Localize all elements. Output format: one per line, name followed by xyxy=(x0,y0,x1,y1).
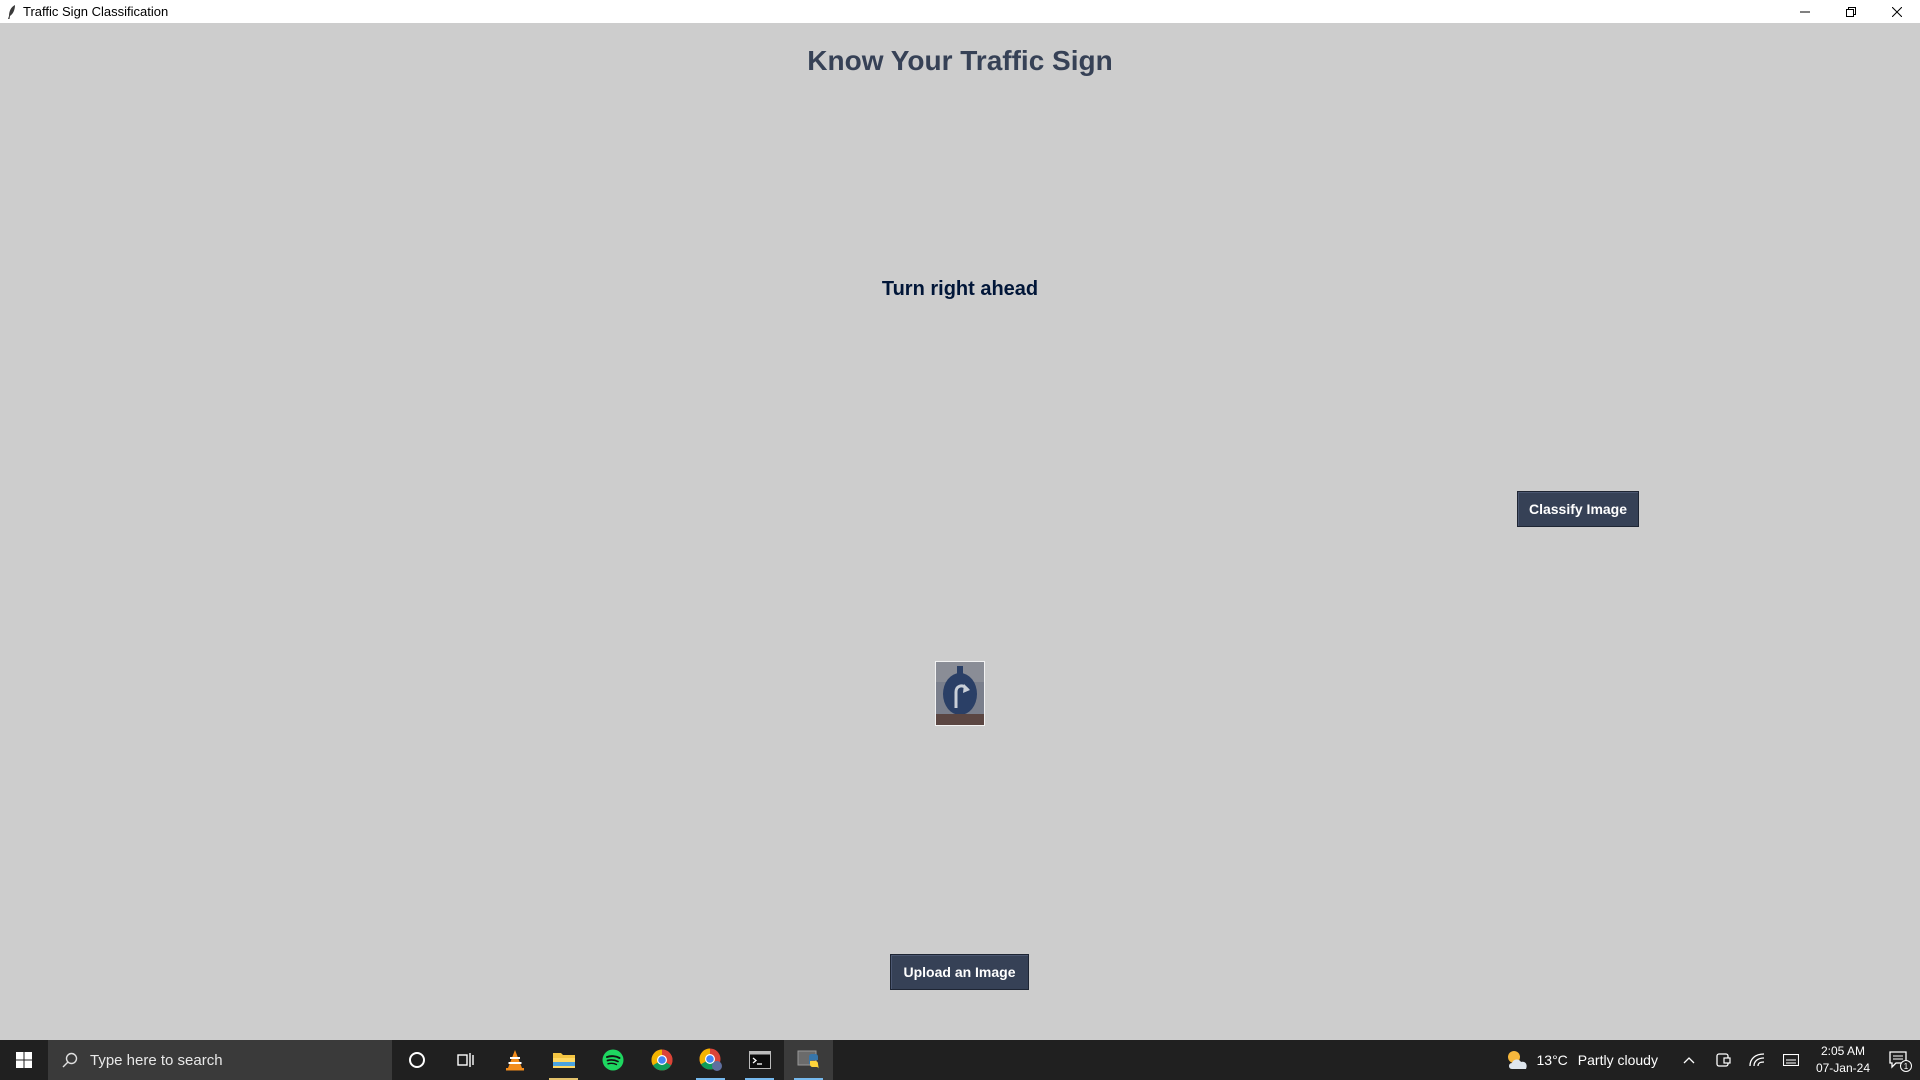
app-content: Know Your Traffic Sign Turn right ahead … xyxy=(0,23,1920,1040)
input-indicator-icon xyxy=(1782,1054,1799,1066)
minimize-button[interactable] xyxy=(1782,0,1828,23)
taskbar-python[interactable] xyxy=(784,1040,833,1080)
taskbar-terminal[interactable] xyxy=(735,1040,784,1080)
window-title-bar[interactable]: Traffic Sign Classification xyxy=(0,0,1920,23)
show-hidden-icons-button[interactable] xyxy=(1672,1040,1706,1080)
notification-count: 1 xyxy=(1904,1062,1909,1071)
upload-image-button[interactable]: Upload an Image xyxy=(890,954,1029,990)
python-icon xyxy=(797,1050,819,1070)
close-button[interactable] xyxy=(1874,0,1920,23)
window-title: Traffic Sign Classification xyxy=(23,4,169,19)
task-view-icon xyxy=(456,1053,474,1067)
windows-icon xyxy=(16,1052,32,1068)
system-tray: 13°C Partly cloudy 2:05 AM 07-Jan-24 1 xyxy=(1505,1040,1920,1080)
weather-condition: Partly cloudy xyxy=(1577,1052,1658,1068)
task-view-button[interactable] xyxy=(441,1040,490,1080)
taskbar-vlc[interactable] xyxy=(490,1040,539,1080)
feather-icon xyxy=(4,4,20,20)
spotify-icon xyxy=(602,1049,623,1071)
page-title: Know Your Traffic Sign xyxy=(807,45,1113,76)
terminal-icon xyxy=(748,1051,771,1069)
chevron-up-icon xyxy=(1683,1057,1695,1064)
taskbar: Type here to search 13°C Partly cloudy 2… xyxy=(0,1040,1920,1080)
meet-now-button[interactable] xyxy=(1706,1040,1740,1080)
search-placeholder: Type here to search xyxy=(90,1051,223,1069)
classify-image-button[interactable]: Classify Image xyxy=(1517,491,1639,527)
wifi-icon xyxy=(1749,1053,1764,1067)
cortana-icon xyxy=(408,1052,425,1068)
minimize-icon xyxy=(1800,11,1810,12)
weather-temperature: 13°C xyxy=(1536,1052,1568,1068)
taskbar-search-box[interactable]: Type here to search xyxy=(48,1040,392,1080)
file-explorer-icon xyxy=(552,1053,575,1068)
close-icon xyxy=(1892,6,1902,17)
search-icon xyxy=(62,1052,78,1068)
restore-icon xyxy=(1846,6,1856,17)
chrome-profile-icon xyxy=(699,1048,722,1071)
classification-result: Turn right ahead xyxy=(881,278,1039,300)
vlc-icon xyxy=(505,1050,524,1071)
meet-now-icon xyxy=(1716,1053,1731,1067)
cortana-button[interactable] xyxy=(392,1040,441,1080)
chrome-icon xyxy=(651,1049,672,1071)
window-controls xyxy=(1782,0,1920,23)
clock-date: 07-Jan-24 xyxy=(1815,1061,1870,1075)
network-button[interactable] xyxy=(1740,1040,1774,1080)
taskbar-spotify[interactable] xyxy=(588,1040,637,1080)
notification-icon: 1 xyxy=(1889,1051,1912,1072)
partly-cloudy-icon xyxy=(1507,1051,1527,1069)
input-indicator-button[interactable] xyxy=(1774,1040,1808,1080)
taskbar-chrome[interactable] xyxy=(637,1040,686,1080)
start-button[interactable] xyxy=(0,1040,48,1080)
taskbar-file-explorer[interactable] xyxy=(539,1040,588,1080)
taskbar-chrome-profile[interactable] xyxy=(686,1040,735,1080)
traffic-sign-thumbnail xyxy=(935,661,985,726)
taskbar-clock[interactable]: 2:05 AM 07-Jan-24 xyxy=(1816,1043,1870,1077)
action-center-button[interactable]: 1 xyxy=(1880,1040,1920,1080)
weather-widget[interactable]: 13°C Partly cloudy xyxy=(1505,1049,1658,1071)
restore-button[interactable] xyxy=(1828,0,1874,23)
clock-time: 2:05 AM xyxy=(1820,1044,1865,1058)
